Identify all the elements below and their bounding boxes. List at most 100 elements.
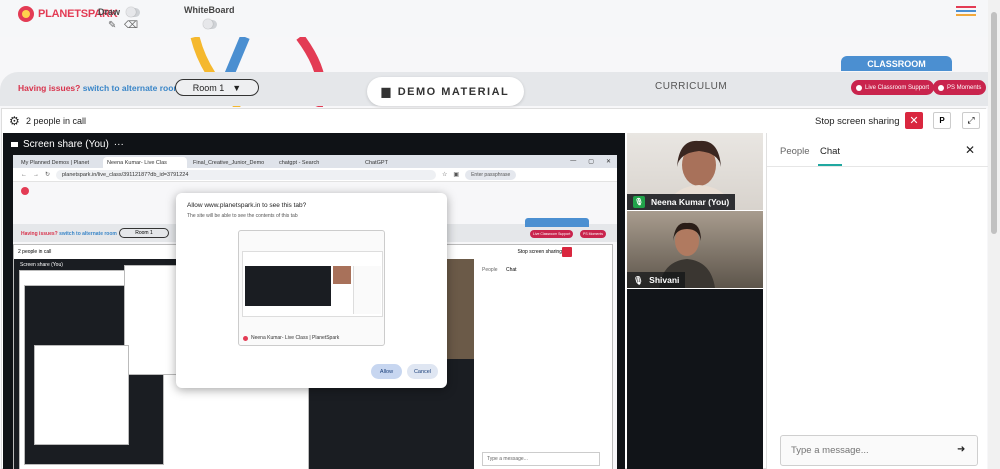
ps-moments-label: PS Moments [947,84,982,91]
issue-text: Having issues? [18,83,81,93]
browser-tab[interactable]: Final_Creative_Junior_Demo [189,157,273,168]
expand-button[interactable]: ⤢ [962,112,980,129]
people-count: 2 people in call [26,116,87,126]
hamburger-menu-icon[interactable] [956,6,976,18]
active-tab-indicator [818,164,842,166]
scrollbar-thumb[interactable] [991,12,997,234]
reload-icon[interactable]: ↻ [45,171,50,178]
preview-tab-label: Neena Kumar- Live Class | PlanetSpark [243,335,339,341]
inner-people-tab: People [482,267,498,273]
thumbnail-dark-area [245,266,331,306]
star-icon[interactable]: ☆ [442,171,447,178]
dialog-subtitle: The site will be able to see the content… [187,213,298,219]
participant-name: Neena Kumar (You) [651,197,730,207]
mic-icon: 🎙 [633,196,645,208]
chat-tabs: People Chat ✕ [767,133,988,167]
cancel-button[interactable]: Cancel [407,364,438,379]
inner-classroom-tab [525,218,589,227]
back-icon[interactable]: ← [21,172,27,178]
participant-name: Shivani [649,275,680,285]
room-select[interactable]: Room 1 ▼ [175,79,259,96]
inner-alt-link: switch to alternate room [59,231,117,237]
tab-label: Final_Creative_Junior_Demo [193,159,265,166]
chat-message-input[interactable] [780,435,978,466]
tab-label: ChatGPT [365,159,388,166]
chat-panel: People Chat ✕ ➜ [766,133,988,469]
video-tile-neena: 🎙 Neena Kumar (You) [627,133,763,210]
call-area: ⚙ 2 people in call Stop screen sharing ✕… [1,108,988,469]
whiteboard-toggle[interactable] [203,19,217,29]
browser-tab-strip: My Planned Demos | Planet Neena Kumar- L… [13,155,617,168]
folder-icon: ▆ [381,86,392,98]
mic-icon: 🎙 [633,275,644,285]
tab-preview: Neena Kumar- Live Class | PlanetSpark [238,230,385,346]
inner-ps-moments: PS Moments [580,230,607,238]
demo-material-label: DEMO MATERIAL [397,85,510,98]
browser-tab[interactable]: chatgpt - Search [275,157,359,168]
planet-logo-icon [18,6,34,22]
tab-label: chatgpt - Search [279,159,320,166]
expand-icon: ⤢ [967,115,975,125]
inner-video-tile [444,259,474,359]
screen-share-label: Screen share (You) [23,139,109,150]
curriculum-tab[interactable]: CURRICULUM [655,81,727,92]
gear-icon[interactable]: ⚙ [9,114,20,128]
draw-toggle[interactable] [126,7,140,17]
browser-tab[interactable]: My Planned Demos | Planet [17,157,101,168]
inner-stop-button [562,247,572,257]
p-button[interactable]: P [933,112,951,129]
inner-issue-text: Having issues? [21,231,58,237]
top-bar: PLANETSPARK Draw ✎ ⌫ WhiteBoard [0,0,988,37]
inner-chat-panel: People Chat Type a message... [474,259,612,469]
extension-icon[interactable]: ▣ [453,171,459,178]
tab-chat[interactable]: Chat [820,146,840,157]
window-controls: — ▢ ✕ [570,158,617,165]
tab-label: Neena Kumar- Live Clas [107,159,167,166]
video-tile-shivani: 🎙 Shivani [627,211,763,288]
alternate-room-link[interactable]: switch to alternate room [83,83,181,93]
maximize-icon[interactable]: ▢ [588,158,594,165]
inner-issue-notice: Having issues? switch to alternate room [21,231,117,237]
tab-thumbnail [242,251,383,317]
inner-people-count: 2 people in call [18,249,52,255]
page-scrollbar[interactable] [988,0,1000,469]
browser-tab-active[interactable]: Neena Kumar- Live Clas [103,157,187,168]
send-icon[interactable]: ➜ [957,444,965,455]
minimize-icon[interactable]: — [570,158,576,165]
participant-name-tag: 🎙 Neena Kumar (You) [627,194,736,210]
tab-people[interactable]: People [780,146,810,157]
thumbnail-chat [353,266,381,314]
inner-share-title: Screen share (You) [20,262,63,268]
more-options-icon[interactable]: ··· [114,139,124,150]
whiteboard-label: WhiteBoard [184,5,235,15]
inner-logo-icon [21,187,29,195]
close-icon: ✕ [909,115,919,127]
moments-icon [938,84,944,91]
demo-material-button[interactable]: ▆ DEMO MATERIAL [367,77,524,106]
favicon-icon [243,335,248,341]
inner-stop-sharing: Stop screen sharing [517,249,562,255]
classroom-tab[interactable]: CLASSROOM [841,56,952,71]
caret-down-icon: ▼ [232,82,242,93]
issue-notice: Having issues? switch to alternate room [18,83,181,93]
allow-button[interactable]: Allow [371,364,402,379]
stop-sharing-label: Stop screen sharing [815,116,900,127]
pencil-icon[interactable]: ✎ [108,20,116,31]
forward-icon[interactable]: → [33,172,39,178]
close-icon[interactable]: ✕ [965,143,975,157]
url-field[interactable]: planetspark.in/live_class/39112187?db_id… [56,169,437,180]
empty-video-area [627,289,763,469]
inner-chat-input: Type a message... [482,452,600,466]
window-close-icon[interactable]: ✕ [606,158,611,165]
stop-sharing-button[interactable]: ✕ [905,112,923,129]
live-support-label: Live Classroom Support [865,84,930,91]
live-support-button[interactable]: Live Classroom Support [851,80,935,95]
passphrase-button[interactable]: Enter passphrase [465,169,517,180]
tab-label: My Planned Demos | Planet [21,159,90,166]
eraser-icon[interactable]: ⌫ [124,20,138,31]
dialog-title: Allow www.planetspark.in to see this tab… [187,202,307,209]
browser-tab[interactable]: ChatGPT [361,157,445,168]
ps-moments-button[interactable]: PS Moments [933,80,987,95]
support-icon [856,84,862,91]
room-value: Room 1 [192,82,225,93]
